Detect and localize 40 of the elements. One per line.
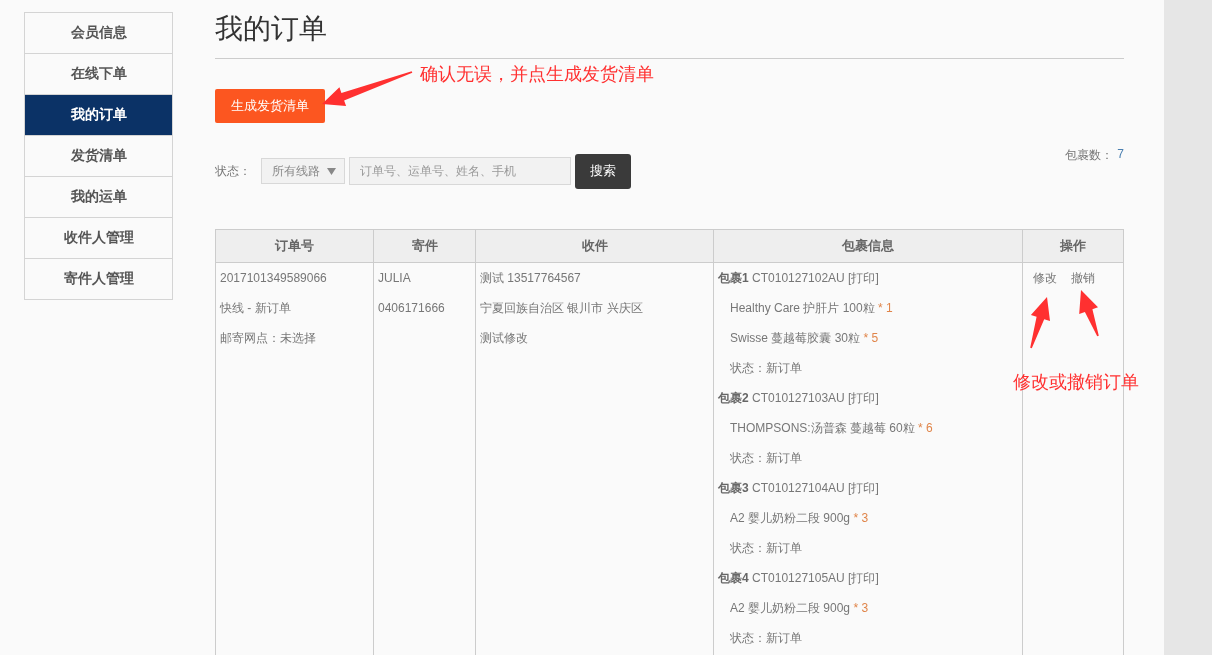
annotation-arrow [1030, 297, 1050, 349]
package-item: Healthy Care 护肝片 100粒 * 1 [729, 300, 894, 317]
package-heading: 包裹3 CT010127104AU [打印] [718, 480, 880, 497]
action-link[interactable]: 修改 [1033, 271, 1057, 285]
package-heading: 包裹1 CT010127102AU [打印] [718, 270, 880, 287]
sender-info: 0406171666 [378, 300, 446, 317]
annotation-text: 修改或撤销订单 [1013, 371, 1139, 394]
column-header: 包裹信息 [713, 229, 1023, 263]
package-item: THOMPSONS:汤普森 蔓越莓 60粒 * 6 [729, 420, 934, 437]
search-field[interactable]: 订单号、运单号、姓名、手机 [349, 157, 571, 185]
sidebar-item[interactable]: 我的订单 [25, 95, 172, 136]
action-link[interactable]: 撤销 [1071, 271, 1095, 285]
column-header: 操作 [1022, 229, 1124, 263]
page-title: 我的订单 [215, 12, 327, 47]
package-item: A2 婴儿奶粉二段 900g * 3 [729, 510, 870, 527]
receiver-info: 测试 13517764567 [480, 270, 582, 287]
package-count: 7 [1117, 147, 1124, 161]
order-info: 快线 - 新订单 [220, 300, 292, 317]
order-info: 邮寄网点：未选择 [220, 330, 317, 347]
status-label: 状态： [215, 162, 251, 180]
receiver-info: 宁夏回族自治区 银川市 兴庆区 [480, 300, 644, 317]
package-item: Swisse 蔓越莓胶囊 30粒 * 5 [729, 330, 880, 347]
package-item: A2 婴儿奶粉二段 900g * 3 [729, 600, 870, 617]
column-header: 寄件 [373, 229, 476, 263]
order-info: 2017101349589066 [220, 270, 328, 287]
sender-info: JULIA [378, 270, 412, 287]
receiver-info: 测试修改 [480, 330, 529, 347]
package-status: 状态：新订单 [729, 630, 803, 647]
package-heading: 包裹4 CT010127105AU [打印] [718, 570, 880, 587]
caret-icon [327, 167, 336, 175]
package-status: 状态：新订单 [729, 360, 803, 377]
package-heading: 包裹2 CT010127103AU [打印] [718, 390, 880, 407]
column-header: 订单号 [215, 229, 374, 263]
column-header: 收件 [475, 229, 714, 263]
annotation-text: 确认无误，并点生成发货清单 [420, 63, 654, 86]
package-status: 状态：新订单 [729, 540, 803, 557]
annotation-arrow [1079, 290, 1099, 337]
package-count-label: 包裹数： [1065, 147, 1114, 164]
search-button[interactable]: 搜索 [575, 153, 631, 189]
package-status: 状态：新订单 [729, 450, 803, 467]
